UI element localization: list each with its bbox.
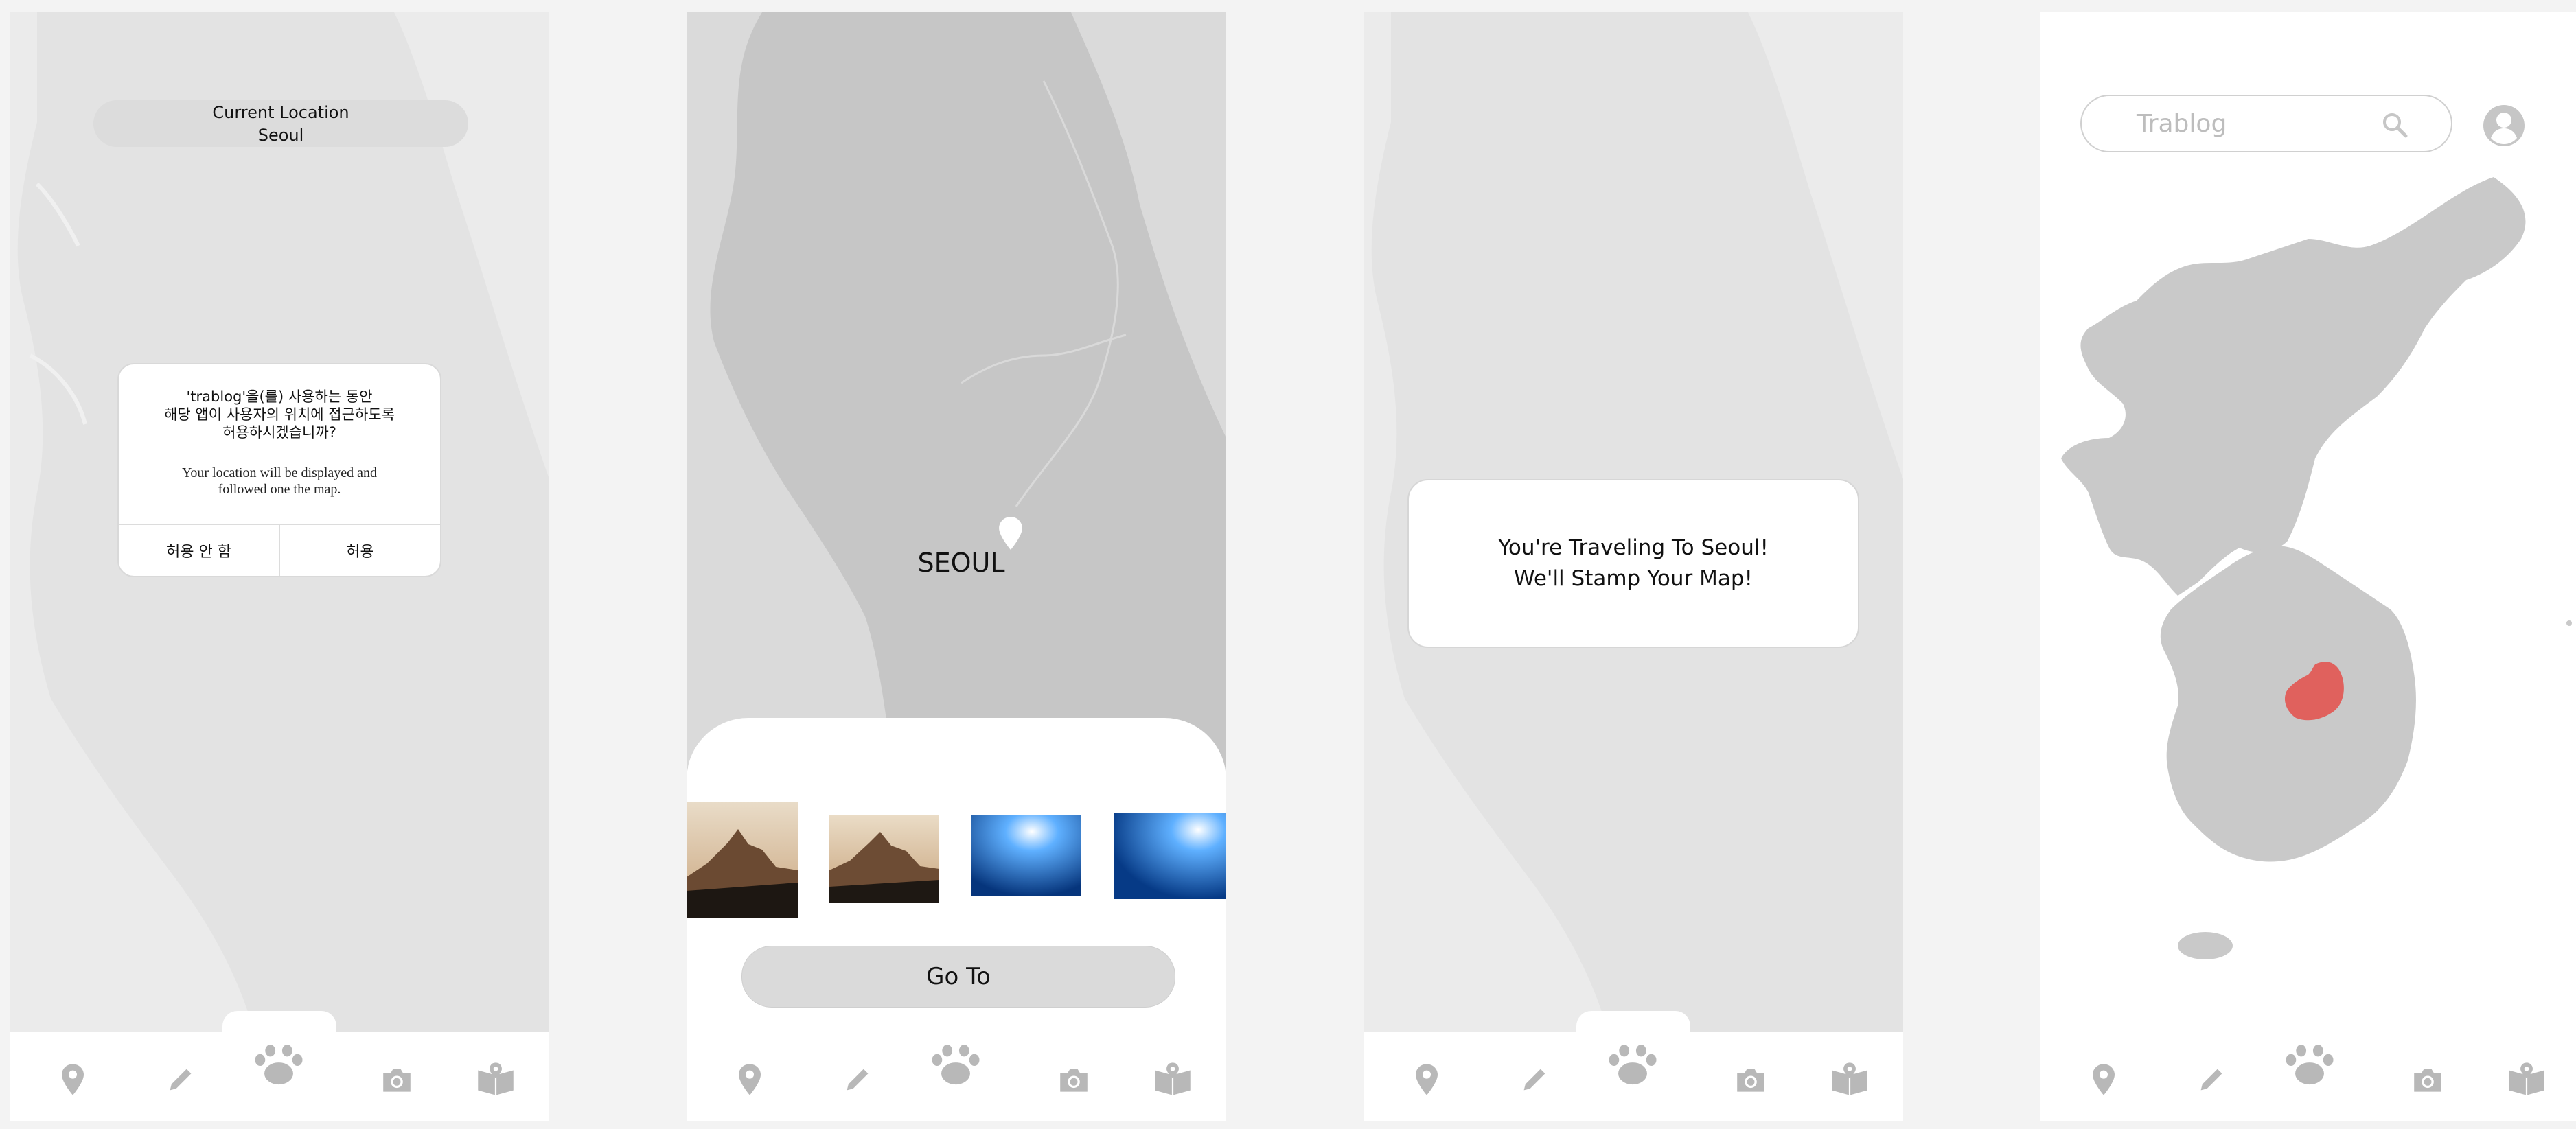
current-location-value: Seoul [257,126,304,145]
camera-icon [1059,1067,1089,1093]
dialog-english-line-1: Your location will be displayed and [181,465,378,480]
toast-line-1: You're Traveling To Seoul! [1498,535,1769,560]
pencil-icon [1519,1064,1550,1095]
seoul-pin-icon[interactable] [999,517,1022,550]
carousel-photo-mountain-2[interactable] [829,815,939,903]
profile-avatar-icon[interactable] [2483,104,2525,147]
dialog-button-row: 허용 안 함 허용 [119,524,440,576]
dialog-korean-line-1: 'trablog'을(를) 사용하는 동안 [186,388,373,405]
tab-write[interactable] [2184,1052,2239,1107]
tab-map-book[interactable] [1145,1052,1200,1107]
pencil-icon [842,1064,873,1095]
tab-write[interactable] [1507,1052,1562,1107]
search-bar[interactable]: Trablog [2080,95,2452,152]
current-location-pill: Current Location Seoul [93,100,468,147]
map-book-icon [476,1062,515,1097]
pencil-icon [165,1064,196,1095]
tab-camera[interactable] [1046,1052,1101,1107]
screen-stamp: You're Traveling To Seoul! We'll Stamp Y… [1364,12,1903,1121]
dialog-english-line-2: followed one the map. [218,482,341,497]
tab-location[interactable] [2076,1052,2131,1107]
screen-permission: Current Location Seoul 'trablog'을(를) 사용하… [10,12,549,1121]
tab-camera[interactable] [1723,1052,1778,1107]
location-permission-dialog: 'trablog'을(를) 사용하는 동안 해당 앱이 사용자의 위치에 접근하… [117,363,441,577]
dialog-korean-message: 'trablog'을(를) 사용하는 동안 해당 앱이 사용자의 위치에 접근하… [119,388,440,441]
search-placeholder: Trablog [2137,110,2227,138]
jeju-island [2178,932,2233,959]
pencil-icon [2196,1064,2227,1095]
tab-home[interactable] [928,1038,983,1093]
carousel-photo-ocean-1[interactable] [971,815,1081,896]
seoul-label: SEOUL [917,548,1005,578]
deny-button[interactable]: 허용 안 함 [119,525,279,576]
tab-home[interactable] [1605,1038,1660,1093]
map-book-icon [1153,1062,1192,1097]
paw-icon [2284,1045,2335,1087]
bottom-tab-bar [1364,1011,1903,1121]
toast-line-2: We'll Stamp Your Map! [1514,566,1753,591]
location-pin-icon [2093,1064,2115,1095]
location-pin-icon [62,1064,84,1095]
ulleungdo-dot [2566,620,2572,626]
current-location-label: Current Location [212,103,349,122]
camera-icon [382,1067,412,1093]
allow-button[interactable]: 허용 [279,525,440,576]
bottom-tab-bar [2040,1032,2576,1121]
tab-camera[interactable] [2400,1052,2455,1107]
stamp-toast: You're Traveling To Seoul! We'll Stamp Y… [1407,479,1859,648]
tab-location[interactable] [722,1052,777,1107]
location-pin-icon [1416,1064,1438,1095]
north-korea-region [2061,177,2526,596]
tab-map-book[interactable] [2499,1052,2554,1107]
tab-home[interactable] [251,1038,306,1093]
map-book-icon [2507,1062,2546,1097]
go-to-button[interactable]: Go To [741,946,1175,1008]
camera-icon [1736,1067,1766,1093]
paw-icon [253,1045,304,1087]
search-icon[interactable] [2381,111,2408,139]
dialog-korean-line-2: 해당 앱이 사용자의 위치에 접근하도록 [164,406,395,423]
tab-location[interactable] [1399,1052,1454,1107]
tab-write[interactable] [153,1052,208,1107]
tab-map-book[interactable] [1822,1052,1877,1107]
tab-location[interactable] [45,1052,100,1107]
location-pin-icon [739,1064,761,1095]
paw-icon [1607,1045,1658,1087]
dialog-english-message: Your location will be displayed and foll… [119,465,440,498]
tab-write[interactable] [830,1052,885,1107]
bottom-tab-bar [687,1032,1226,1121]
korea-map [2061,177,2572,959]
map-background [687,12,1226,767]
tab-home[interactable] [2282,1038,2337,1093]
camera-icon [2413,1067,2443,1093]
paw-icon [930,1045,981,1087]
screen-stamped-map: Trablog [2040,12,2576,1121]
bottom-tab-bar [10,1011,549,1121]
carousel-photo-mountain-1[interactable] [687,802,798,918]
dialog-korean-line-3: 허용하시겠습니까? [222,424,336,441]
tab-camera[interactable] [369,1052,424,1107]
map-book-icon [1830,1062,1869,1097]
carousel-photo-ocean-2[interactable] [1114,813,1226,899]
screen-destination: SEOUL Go To [687,12,1226,1121]
tab-map-book[interactable] [468,1052,523,1107]
